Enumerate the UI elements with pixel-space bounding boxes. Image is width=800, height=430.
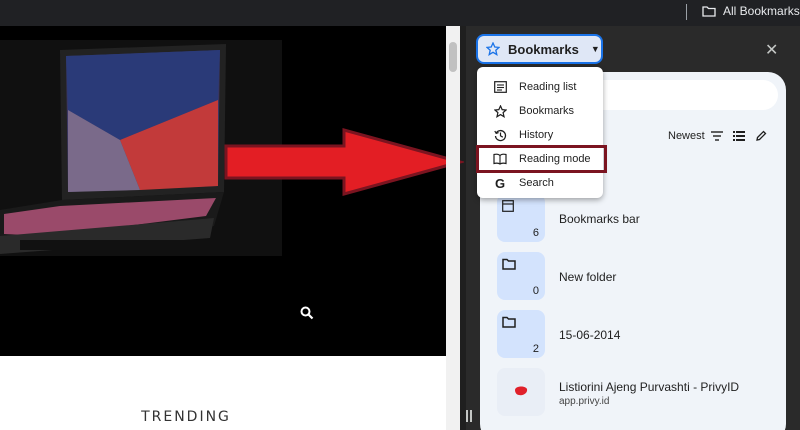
menu-item-label: Reading list xyxy=(519,81,577,93)
menu-item-search[interactable]: G Search xyxy=(477,171,603,195)
folder-icon xyxy=(502,316,516,328)
scrollbar-thumb[interactable] xyxy=(449,42,457,72)
menu-item-label: Bookmarks xyxy=(519,105,575,117)
folder-tile: 6 xyxy=(497,194,545,242)
bookmark-link-row[interactable]: Listiorini Ajeng Purvashti - PrivyID app… xyxy=(497,368,787,430)
folder-tile: 2 xyxy=(497,310,545,358)
folder-item-count: 0 xyxy=(532,285,539,297)
google-g-icon: G xyxy=(494,175,506,191)
menu-item-reading-list[interactable]: Reading list xyxy=(477,75,603,99)
selector-label: Bookmarks xyxy=(508,41,579,57)
menu-item-reading-mode[interactable]: Reading mode xyxy=(476,145,607,173)
bookmarks-bar-separator xyxy=(686,4,687,20)
bookmarks-bar: All Bookmarks xyxy=(0,0,800,26)
web-page: TRENDING xyxy=(0,26,446,430)
bookmark-folder-row[interactable]: 0 New folder xyxy=(497,252,787,314)
side-panel-resize-handle[interactable] xyxy=(466,410,472,422)
bookmark-title: Listiorini Ajeng Purvashti - PrivyID xyxy=(559,380,740,394)
bookmarks-toolbar: Newest xyxy=(668,130,767,142)
bookmark-title: New folder xyxy=(559,270,617,284)
sort-label: Newest xyxy=(668,130,705,142)
bookmark-folder-row[interactable]: 6 Bookmarks bar xyxy=(497,194,787,258)
reading-mode-icon xyxy=(493,152,507,166)
privyid-favicon-icon xyxy=(515,386,528,396)
history-icon xyxy=(493,128,507,142)
favicon-tile xyxy=(497,368,545,416)
bookmarks-bar-icon xyxy=(502,200,514,212)
close-icon[interactable]: ✕ xyxy=(765,40,778,60)
folder-item-count: 6 xyxy=(532,227,539,239)
folder-icon xyxy=(702,6,716,17)
page-scrollbar[interactable] xyxy=(446,26,460,430)
bookmark-url: app.privy.id xyxy=(559,396,610,407)
folder-item-count: 2 xyxy=(532,343,539,355)
star-icon xyxy=(486,42,500,56)
side-panel-selector-button[interactable]: Bookmarks ▼ xyxy=(476,34,603,64)
reading-list-icon xyxy=(493,80,507,94)
folder-tile: 0 xyxy=(497,252,545,300)
caret-down-icon: ▼ xyxy=(590,44,600,54)
list-view-icon[interactable] xyxy=(732,131,745,141)
search-icon[interactable] xyxy=(300,306,314,320)
folder-icon xyxy=(502,258,516,270)
menu-item-label: Reading mode xyxy=(519,153,591,165)
red-arrow-annotation xyxy=(224,128,464,196)
bookmark-folder-row[interactable]: 2 15-06-2014 xyxy=(497,310,787,372)
menu-item-bookmarks[interactable]: Bookmarks xyxy=(477,99,603,123)
sort-button[interactable]: Newest xyxy=(668,130,723,142)
edit-icon[interactable] xyxy=(755,130,767,142)
menu-item-label: Search xyxy=(519,177,554,189)
sort-icon xyxy=(710,131,723,141)
all-bookmarks-label: All Bookmarks xyxy=(723,4,800,18)
bookmark-title: 15-06-2014 xyxy=(559,328,621,342)
side-panel-dropdown-menu: Reading list Bookmarks History Reading m… xyxy=(476,67,607,198)
star-icon xyxy=(493,104,507,118)
menu-item-label: History xyxy=(519,129,554,141)
bookmark-title: Bookmarks bar xyxy=(559,212,640,226)
trending-heading: TRENDING xyxy=(141,409,231,425)
all-bookmarks-button[interactable]: All Bookmarks xyxy=(702,2,800,20)
menu-item-history[interactable]: History xyxy=(477,123,603,147)
